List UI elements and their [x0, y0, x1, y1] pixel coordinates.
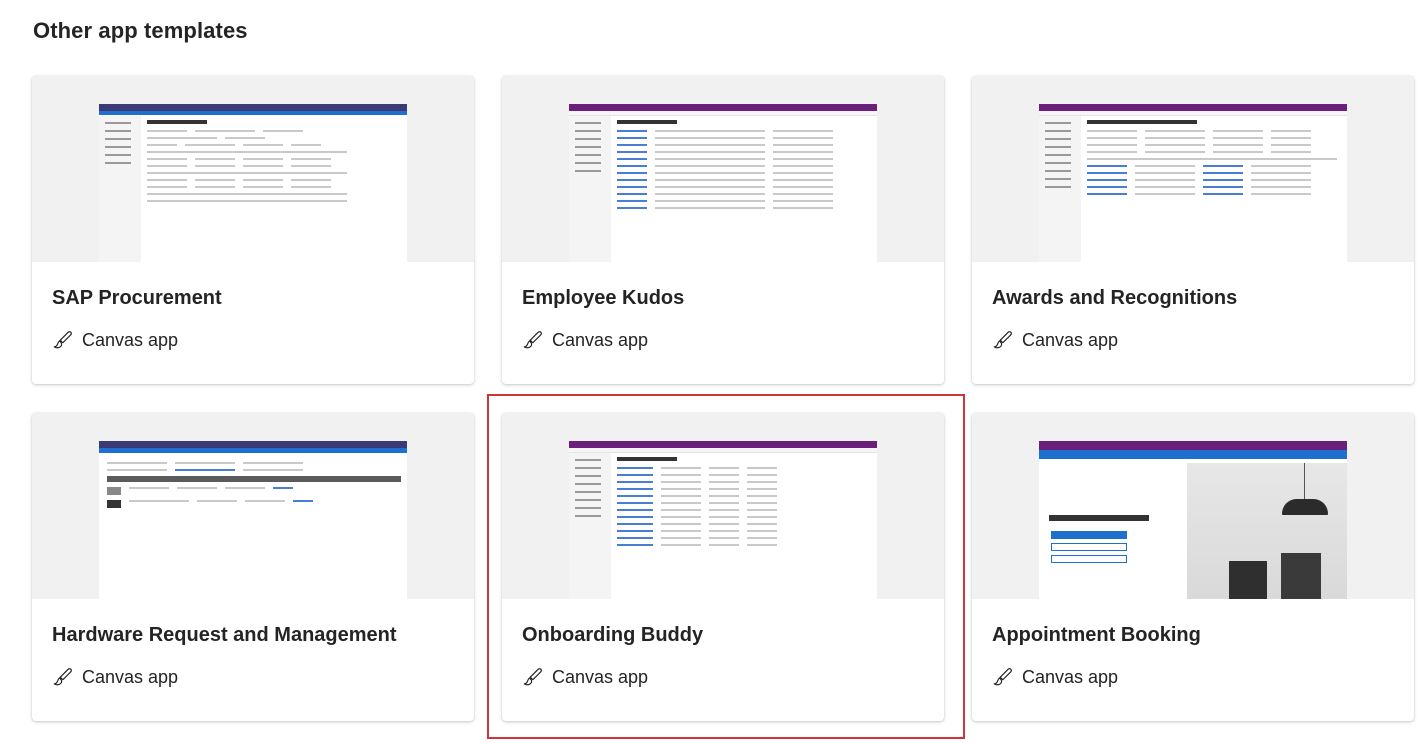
paintbrush-icon	[523, 331, 542, 349]
paintbrush-icon	[993, 668, 1012, 686]
card-type-label: Canvas app	[82, 666, 179, 687]
card-type-label: Canvas app	[82, 329, 179, 350]
template-preview	[502, 413, 944, 599]
card-type: Canvas app	[52, 666, 178, 688]
card-type: Canvas app	[52, 329, 178, 351]
card-type: Canvas app	[522, 666, 648, 688]
card-title: SAP Procurement	[52, 287, 222, 309]
card-title: Onboarding Buddy	[522, 624, 704, 646]
card-title: Employee Kudos	[522, 287, 685, 309]
preview-screenshot	[99, 104, 407, 262]
template-card-appointment-booking[interactable]: Appointment Booking Canvas app	[972, 413, 1414, 721]
paintbrush-icon	[993, 331, 1012, 349]
template-preview	[502, 76, 944, 262]
preview-screenshot	[1039, 441, 1347, 599]
template-preview	[32, 76, 474, 262]
preview-screenshot	[1039, 104, 1347, 262]
template-card-awards-and-recognitions[interactable]: Awards and Recognitions Canvas app	[972, 76, 1414, 384]
preview-screenshot	[569, 104, 877, 262]
template-card-sap-procurement[interactable]: SAP Procurement Canvas app	[32, 76, 474, 384]
paintbrush-icon	[523, 668, 542, 686]
template-preview	[972, 413, 1414, 599]
paintbrush-icon	[53, 331, 72, 349]
card-type: Canvas app	[992, 666, 1118, 688]
card-type-label: Canvas app	[1022, 329, 1119, 350]
preview-screenshot	[569, 441, 877, 599]
preview-screenshot	[99, 441, 407, 599]
card-type-label: Canvas app	[1022, 666, 1119, 687]
card-type-label: Canvas app	[552, 329, 649, 350]
card-type: Canvas app	[992, 329, 1118, 351]
card-title: Hardware Request and Management	[52, 624, 397, 646]
template-preview	[972, 76, 1414, 262]
card-title: Appointment Booking	[992, 624, 1201, 646]
card-type: Canvas app	[522, 329, 648, 351]
template-card-onboarding-buddy[interactable]: Onboarding Buddy Canvas app	[502, 413, 944, 721]
template-preview	[32, 413, 474, 599]
card-type-label: Canvas app	[552, 666, 649, 687]
template-card-hardware-request-and-management[interactable]: Hardware Request and Management Canvas a…	[32, 413, 474, 721]
section-title: Other app templates	[33, 18, 248, 43]
card-title: Awards and Recognitions	[992, 287, 1238, 309]
template-card-employee-kudos[interactable]: Employee Kudos Canvas app	[502, 76, 944, 384]
paintbrush-icon	[53, 668, 72, 686]
